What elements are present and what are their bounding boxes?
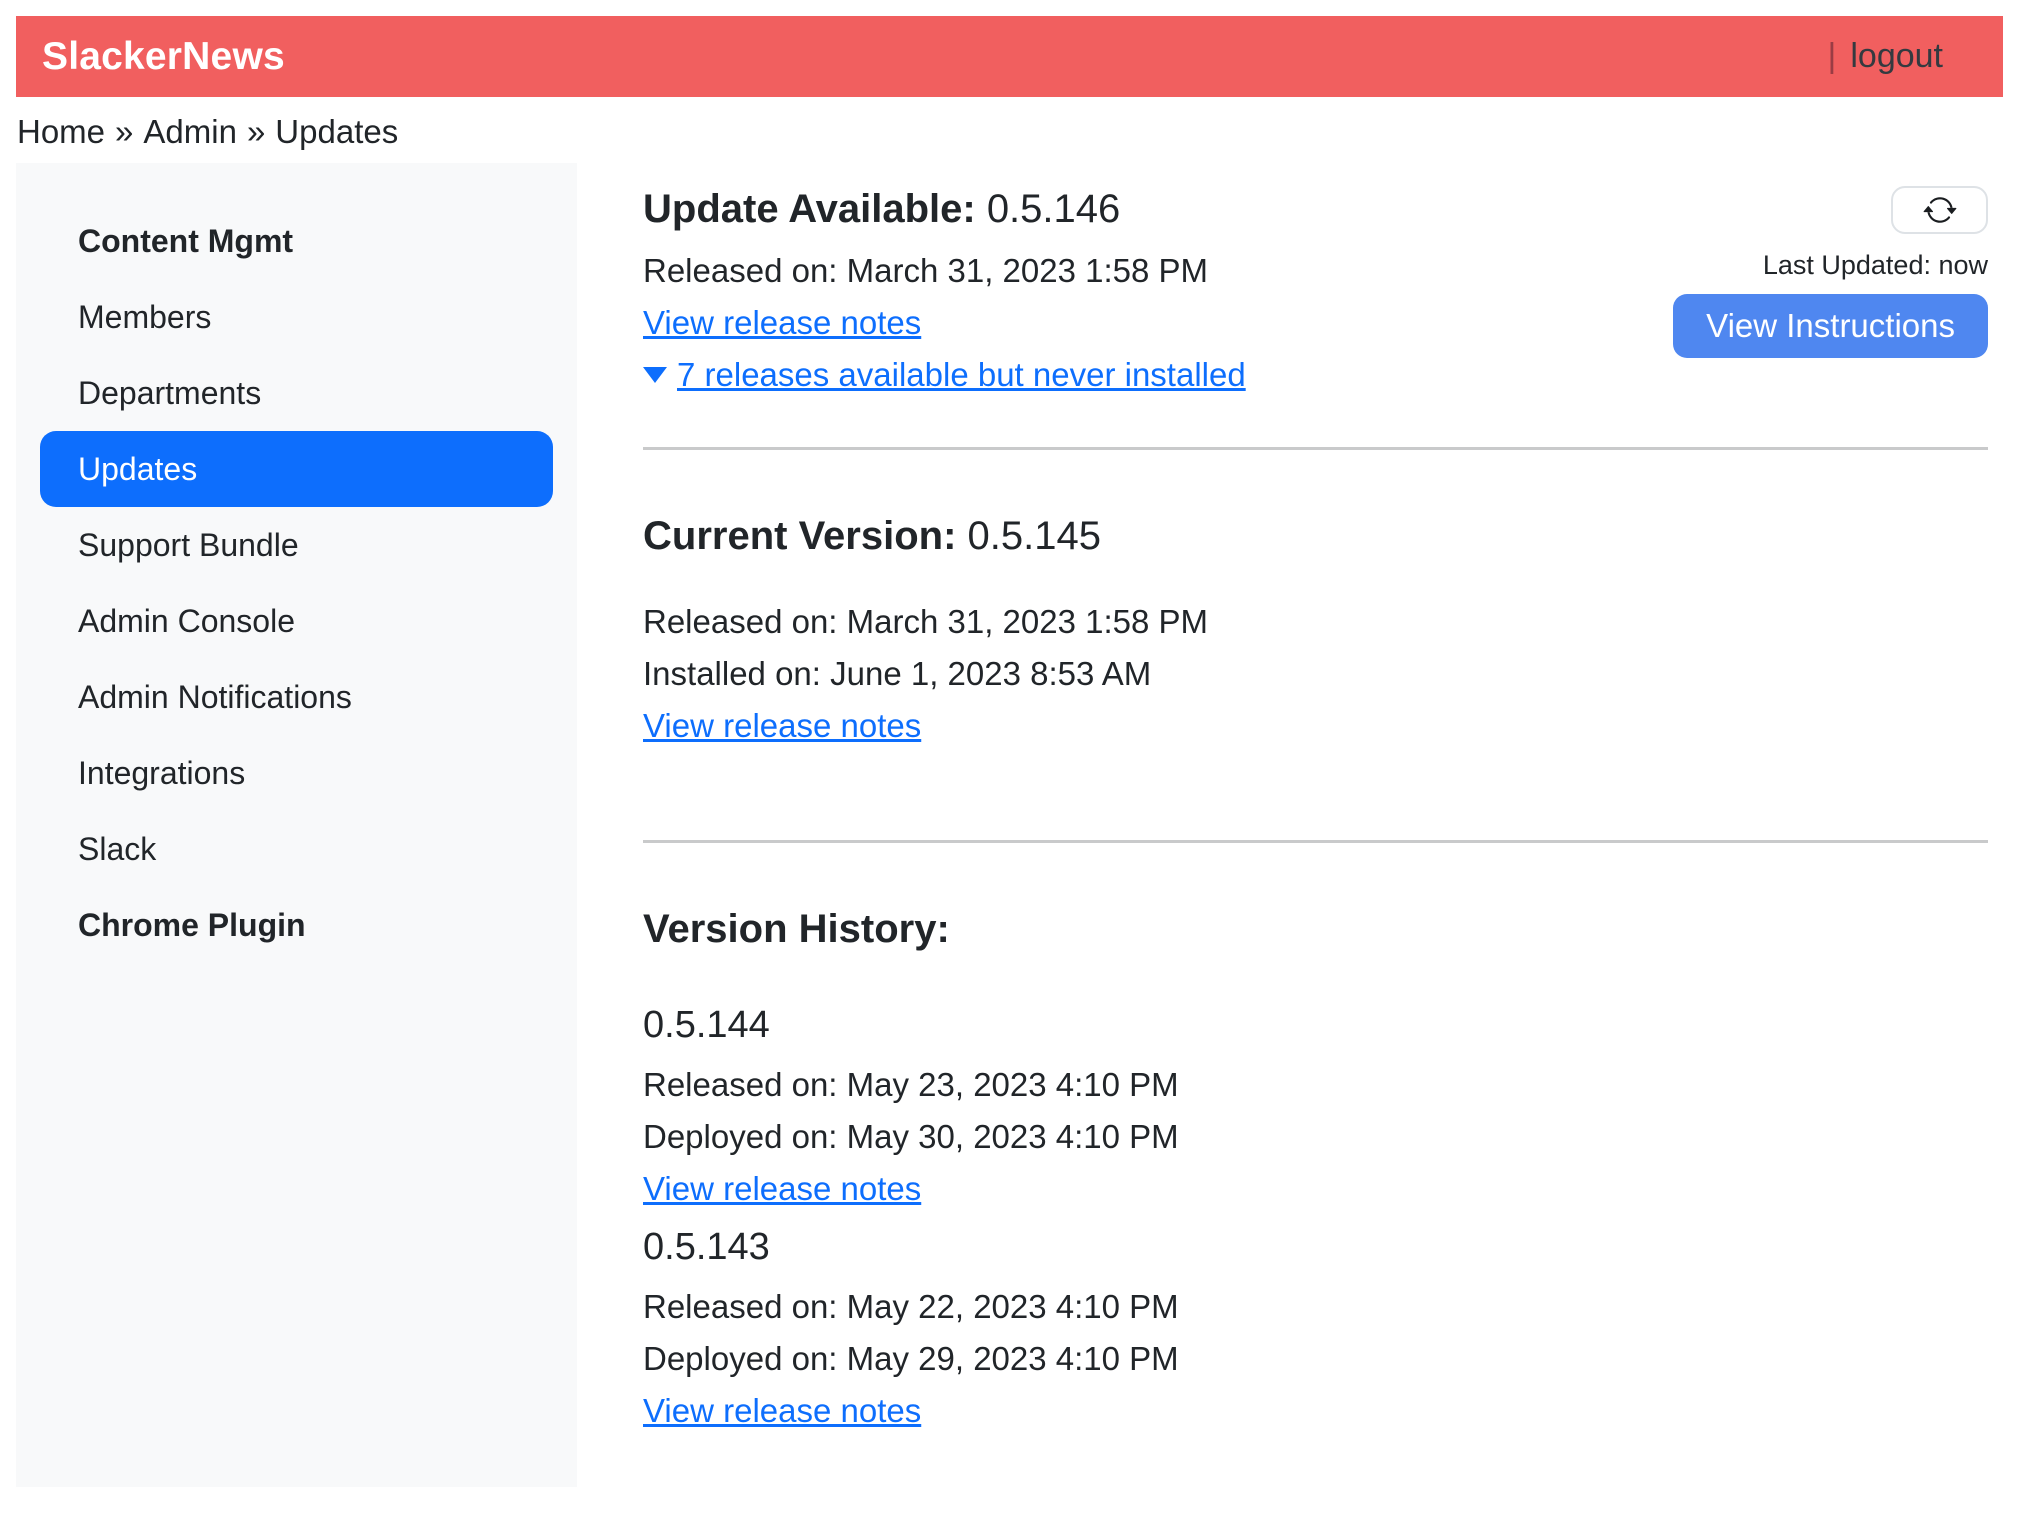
version-history-heading: Version History: bbox=[643, 901, 1988, 957]
update-available-title: Update Available: bbox=[643, 187, 976, 231]
sidebar-item-slack[interactable]: Slack bbox=[40, 811, 553, 887]
last-updated-label: Last Updated: now bbox=[1763, 248, 1988, 282]
version-history-entry: 0.5.143 Released on: May 22, 2023 4:10 P… bbox=[643, 1219, 1988, 1437]
sidebar-item-members[interactable]: Members bbox=[40, 279, 553, 355]
section-divider bbox=[643, 840, 1988, 843]
view-release-notes-link[interactable]: View release notes bbox=[643, 1392, 921, 1429]
version-history-entry: 0.5.144 Released on: May 23, 2023 4:10 P… bbox=[643, 997, 1988, 1215]
app-header: SlackerNews | logout bbox=[16, 16, 2003, 97]
history-deployed-on: Deployed on: May 29, 2023 4:10 PM bbox=[643, 1333, 1988, 1385]
breadcrumb-home[interactable]: Home bbox=[17, 113, 105, 150]
current-version-number: 0.5.145 bbox=[968, 514, 1101, 558]
update-available-version: 0.5.146 bbox=[987, 187, 1120, 231]
release-notes-line: View release notes bbox=[643, 700, 1988, 752]
sidebar-item-chrome-plugin[interactable]: Chrome Plugin bbox=[40, 887, 553, 963]
sidebar-item-admin-console[interactable]: Admin Console bbox=[40, 583, 553, 659]
current-version-title: Current Version: bbox=[643, 514, 956, 558]
sidebar-item-integrations[interactable]: Integrations bbox=[40, 735, 553, 811]
logout-separator: | bbox=[1828, 37, 1837, 76]
breadcrumb-separator: » bbox=[247, 113, 265, 150]
breadcrumb-updates: Updates bbox=[275, 113, 398, 150]
current-version-heading: Current Version: 0.5.145 bbox=[643, 508, 1988, 564]
release-notes-line: View release notes bbox=[643, 1385, 1988, 1437]
history-version-number: 0.5.144 bbox=[643, 997, 1988, 1053]
caret-down-icon bbox=[643, 367, 667, 383]
logout-area: | logout bbox=[1828, 37, 1943, 76]
app-brand: SlackerNews bbox=[42, 35, 285, 79]
refresh-icon bbox=[1923, 193, 1957, 227]
view-instructions-button[interactable]: View Instructions bbox=[1673, 294, 1988, 358]
history-version-number: 0.5.143 bbox=[643, 1219, 1988, 1275]
never-installed-toggle-link[interactable]: 7 releases available but never installed bbox=[677, 349, 1246, 401]
sidebar-item-updates[interactable]: Updates bbox=[40, 431, 553, 507]
main-content: Last Updated: now View Instructions Upda… bbox=[577, 163, 2003, 1487]
sidebar-item-admin-notifications[interactable]: Admin Notifications bbox=[40, 659, 553, 735]
current-released-on: Released on: March 31, 2023 1:58 PM bbox=[643, 596, 1988, 648]
update-status-panel: Last Updated: now View Instructions bbox=[1673, 186, 1988, 358]
logout-link[interactable]: logout bbox=[1850, 37, 1943, 76]
breadcrumb: Home » Admin » Updates bbox=[17, 109, 2028, 155]
view-release-notes-link[interactable]: View release notes bbox=[643, 707, 921, 744]
view-release-notes-link[interactable]: View release notes bbox=[643, 1170, 921, 1207]
page-layout: Content Mgmt Members Departments Updates… bbox=[16, 163, 2003, 1487]
view-release-notes-link[interactable]: View release notes bbox=[643, 304, 921, 341]
section-divider bbox=[643, 447, 1988, 450]
release-notes-line: View release notes bbox=[643, 1163, 1988, 1215]
sidebar-item-departments[interactable]: Departments bbox=[40, 355, 553, 431]
admin-sidebar: Content Mgmt Members Departments Updates… bbox=[16, 163, 577, 1487]
breadcrumb-separator: » bbox=[115, 113, 133, 150]
history-deployed-on: Deployed on: May 30, 2023 4:10 PM bbox=[643, 1111, 1988, 1163]
sidebar-item-support-bundle[interactable]: Support Bundle bbox=[40, 507, 553, 583]
breadcrumb-admin[interactable]: Admin bbox=[143, 113, 237, 150]
history-released-on: Released on: May 22, 2023 4:10 PM bbox=[643, 1281, 1988, 1333]
history-released-on: Released on: May 23, 2023 4:10 PM bbox=[643, 1059, 1988, 1111]
sidebar-item-content-mgmt[interactable]: Content Mgmt bbox=[40, 203, 553, 279]
refresh-button[interactable] bbox=[1891, 186, 1988, 234]
current-installed-on: Installed on: June 1, 2023 8:53 AM bbox=[643, 648, 1988, 700]
